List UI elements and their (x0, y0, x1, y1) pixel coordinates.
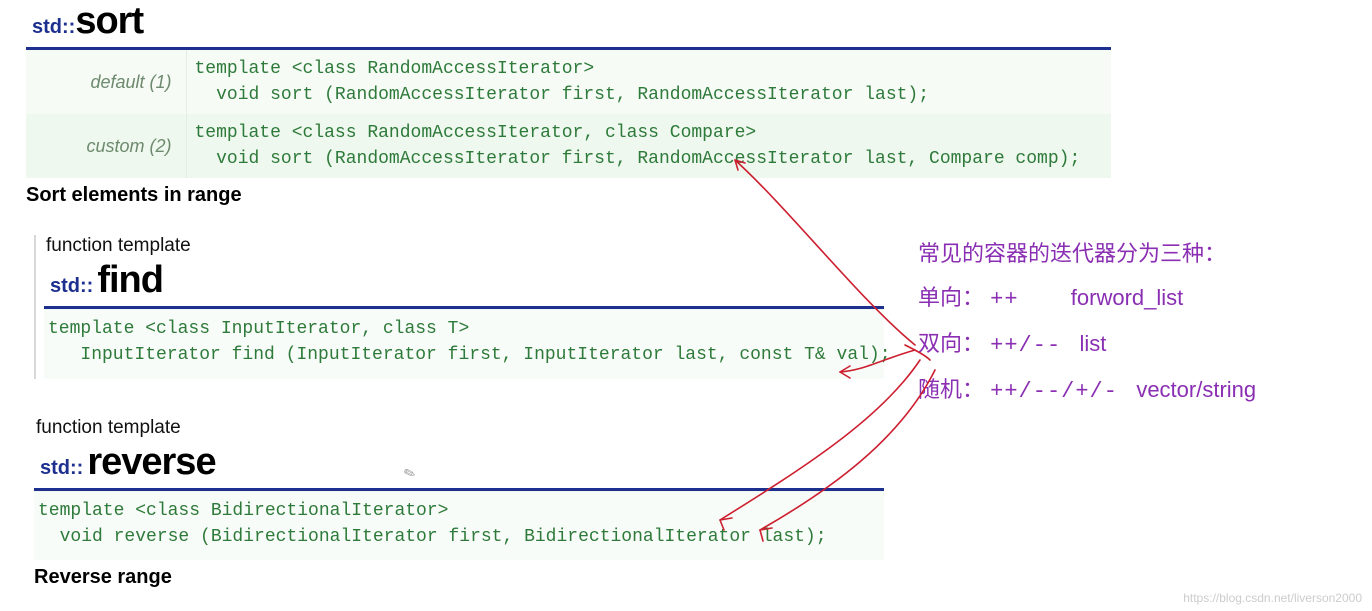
annotation-row-2: 双向： ++/-- list (918, 322, 1358, 368)
annotation-row-3-ops: ++/--/+/- (990, 379, 1118, 404)
find-sig-code: template <class InputIterator, class T> … (44, 309, 884, 378)
sort-sig-2-label: custom (2) (26, 114, 186, 178)
sort-sig-row-2: custom (2) template <class RandomAccessI… (26, 114, 1111, 178)
annotation-row-2-ops: ++/-- (990, 333, 1061, 358)
annotation-row-3-kind: 随机： (918, 377, 984, 402)
sort-signatures: default (1) template <class RandomAccess… (26, 50, 1111, 178)
reverse-section: function template std::reverse ✎ templat… (34, 417, 884, 589)
reverse-subtitle: Reverse range (34, 566, 884, 589)
annotation-row-1: 单向： ++ forword_list (918, 276, 1358, 322)
reverse-sig-code: template <class BidirectionalIterator> v… (34, 491, 884, 560)
find-namespace: std:: (50, 275, 93, 298)
reverse-name: reverse (87, 441, 215, 484)
annotation-row-3: 随机： ++/--/+/- vector/string (918, 368, 1358, 414)
annotation-row-1-ops: ++ (990, 287, 1018, 312)
annotation-row-1-ex: forword_list (1071, 285, 1183, 310)
annotation-row-1-kind: 单向： (918, 285, 984, 310)
annotation-row-3-ex: vector/string (1136, 377, 1256, 402)
sort-title: std::sort (26, 0, 1111, 50)
iterator-annotation: 常见的容器的迭代器分为三种： 单向： ++ forword_list 双向： +… (918, 232, 1358, 414)
annotation-row-2-ex: list (1080, 331, 1107, 356)
annotation-row-2-kind: 双向： (918, 331, 984, 356)
find-ft-label: function template (46, 235, 884, 257)
page-root: std::sort default (1) template <class Ra… (0, 0, 1372, 611)
sort-namespace: std:: (32, 16, 75, 38)
sort-sig-1-code: template <class RandomAccessIterator> vo… (186, 50, 1111, 114)
reverse-ft-label: function template (36, 417, 884, 439)
find-name: find (97, 259, 163, 302)
annotation-heading: 常见的容器的迭代器分为三种： (918, 232, 1358, 276)
watermark: https://blog.csdn.net/liverson2000 (1183, 591, 1362, 605)
sort-sig-1-label: default (1) (26, 50, 186, 114)
find-section: function template std::find template <cl… (34, 235, 884, 378)
pencil-icon: ✎ (401, 463, 418, 483)
sort-sig-2-code: template <class RandomAccessIterator, cl… (186, 114, 1111, 178)
sort-section: std::sort default (1) template <class Ra… (26, 0, 1111, 207)
reverse-namespace: std:: (40, 457, 83, 480)
sort-name: sort (75, 0, 143, 42)
find-title: std::find (44, 259, 884, 309)
sort-sig-row-1: default (1) template <class RandomAccess… (26, 50, 1111, 114)
reverse-title: std::reverse ✎ (34, 441, 884, 491)
sort-subtitle: Sort elements in range (26, 184, 1111, 207)
